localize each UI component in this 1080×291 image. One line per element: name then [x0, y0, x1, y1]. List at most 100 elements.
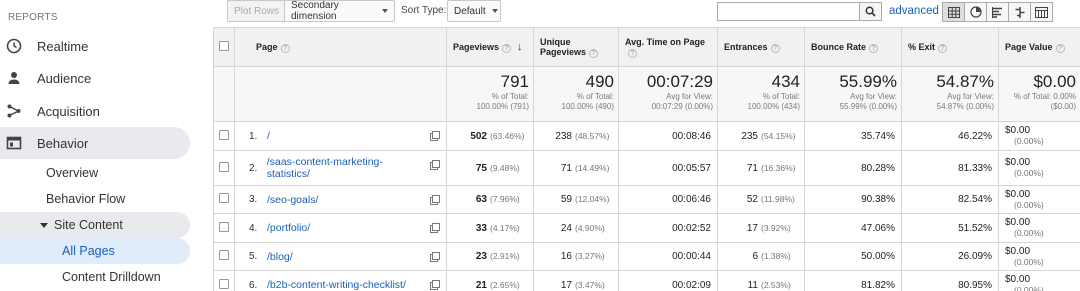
entrances-cell: 6 (1.38%) — [717, 242, 805, 271]
total-caption: 55.99% (0.00%) — [839, 102, 897, 111]
column-header-label: Unique Pageviews — [540, 36, 587, 57]
help-icon[interactable]: ? — [1055, 43, 1065, 53]
column-header-label: Page Value — [1005, 41, 1053, 52]
open-page-icon[interactable] — [430, 223, 440, 233]
cell-value: 46.22% — [958, 130, 992, 142]
column-header-exit[interactable]: % Exit? — [901, 27, 999, 67]
total-value: 00:07:29 — [646, 72, 713, 91]
percentage-view-button[interactable] — [964, 2, 987, 22]
row-select-cell — [213, 121, 235, 151]
sidebar-item-behavior[interactable]: Behavior — [0, 127, 190, 159]
column-header-avg-time[interactable]: Avg. Time on Page? — [618, 27, 718, 67]
cell-value: 33 — [475, 222, 487, 234]
search-button[interactable] — [860, 2, 882, 21]
help-icon[interactable]: ? — [869, 43, 879, 53]
search-input[interactable] — [717, 2, 860, 21]
page-link[interactable]: / — [267, 130, 270, 142]
table-row: 2./saas-content-marketing-statistics/75(… — [213, 150, 1080, 186]
advanced-filter-link[interactable]: advanced — [889, 5, 939, 17]
open-page-icon[interactable] — [430, 280, 440, 290]
exit-cell: 82.54% — [901, 185, 999, 214]
sidebar-item-label: Content Drilldown — [62, 270, 161, 284]
row-rank: 1. — [249, 130, 258, 142]
sidebar-item-behavior-flow[interactable]: Behavior Flow — [46, 186, 125, 212]
help-icon[interactable]: ? — [770, 43, 780, 53]
cell-value: 71 — [560, 162, 572, 174]
column-header-unique-pageviews[interactable]: Unique Pageviews? — [533, 27, 619, 67]
column-header-bounce-rate[interactable]: Bounce Rate? — [804, 27, 902, 67]
cell-value: 90.38% — [861, 194, 895, 205]
pageviews-cell: 63 (7.96%) — [446, 185, 534, 214]
help-icon[interactable]: ? — [280, 43, 290, 53]
cell-percent: (4.17%) — [490, 222, 520, 233]
row-checkbox[interactable] — [219, 193, 229, 203]
entrances-cell: 17 (3.92%) — [717, 213, 805, 243]
cell-value: 24 — [560, 222, 572, 234]
row-checkbox[interactable] — [219, 221, 229, 232]
sidebar-item-label: Behavior Flow — [46, 192, 126, 206]
sidebar-item-site-content[interactable]: Site Content — [0, 212, 190, 238]
bounce-rate-cell: 47.06% — [804, 213, 902, 243]
page-link[interactable]: /seo-goals/ — [267, 194, 318, 206]
bounce-rate-cell: 81.82% — [804, 270, 902, 291]
secondary-dimension-dropdown[interactable]: Secondary dimension — [284, 0, 395, 22]
open-page-icon[interactable] — [430, 195, 440, 205]
open-page-icon[interactable] — [430, 131, 440, 141]
pivot-view-button[interactable] — [1030, 2, 1053, 22]
cell-percent: (0.00%) — [1014, 228, 1044, 238]
column-header-pageviews[interactable]: Pageviews? ↓ — [446, 27, 534, 67]
help-icon[interactable]: ? — [502, 44, 512, 53]
data-table-view-button[interactable] — [942, 2, 965, 22]
comparison-view-button[interactable] — [1008, 2, 1031, 22]
cell-percent: (4.90%) — [575, 222, 605, 233]
table-row: 6. /b2b-content-writing-checklist/21 (2.65… — [213, 270, 1080, 291]
report-main: Plot Rows Secondary dimension Sort Type:… — [210, 0, 1080, 291]
help-icon[interactable]: ? — [589, 48, 599, 58]
cell-value: 00:00:44 — [672, 251, 711, 262]
column-header-page-value[interactable]: Page Value? — [998, 27, 1080, 67]
cell-value: 11 — [747, 279, 758, 291]
performance-view-button[interactable] — [986, 2, 1009, 22]
row-checkbox[interactable] — [219, 161, 229, 172]
total-exit: 54.87% Avg for View: 54.87% (0.00%) — [901, 66, 999, 122]
sidebar-item-audience[interactable]: Audience — [0, 62, 91, 94]
sidebar-item-realtime[interactable]: Realtime — [0, 30, 88, 62]
column-header-page[interactable]: Page? — [234, 27, 447, 67]
page-value-cell: $0.00(0.00%) — [998, 121, 1080, 151]
help-icon[interactable]: ? — [938, 43, 948, 53]
row-checkbox[interactable] — [219, 250, 229, 260]
cell-value: 00:05:57 — [672, 162, 711, 174]
page-link[interactable]: /saas-content-marketing-statistics/ — [267, 156, 424, 180]
total-caption: 54.87% (0.00%) — [936, 102, 994, 111]
sort-type-dropdown[interactable]: Default — [447, 0, 501, 22]
sidebar-item-acquisition[interactable]: Acquisition — [0, 95, 100, 127]
row-checkbox[interactable] — [219, 129, 229, 140]
plot-rows-button[interactable]: Plot Rows — [227, 0, 287, 22]
page-link[interactable]: /portfolio/ — [267, 222, 310, 234]
comparison-icon — [1015, 6, 1024, 18]
open-page-icon[interactable] — [430, 160, 440, 170]
page-cell: 5. /blog/ — [234, 242, 447, 271]
unique-pageviews-cell: 24 (4.90%) — [533, 213, 619, 243]
select-all-checkbox[interactable] — [219, 41, 229, 51]
page-link[interactable]: /blog/ — [267, 251, 293, 263]
sidebar-item-content-drilldown[interactable]: Content Drilldown — [62, 264, 161, 290]
sidebar-item-all-pages[interactable]: All Pages — [0, 238, 190, 264]
sidebar-item-overview[interactable]: Overview — [46, 160, 98, 186]
help-icon[interactable]: ? — [628, 48, 637, 58]
table-toolbar: Plot Rows Secondary dimension Sort Type:… — [210, 0, 1080, 26]
exit-cell: 26.09% — [901, 242, 999, 271]
total-value: 791 — [500, 72, 529, 91]
open-page-icon[interactable] — [430, 252, 440, 262]
avg-time-cell: 00:05:57 — [618, 150, 718, 186]
row-checkbox[interactable] — [219, 278, 229, 289]
cell-percent: (3.27%) — [575, 251, 605, 261]
page-value-cell: $0.00(0.00%) — [998, 185, 1080, 214]
page-link[interactable]: /b2b-content-writing-checklist/ — [267, 279, 406, 291]
cell-value: 6 — [752, 251, 758, 262]
pageviews-cell: 75 (9.48%) — [446, 150, 534, 186]
column-header-entrances[interactable]: Entrances? — [717, 27, 805, 67]
sidebar-item-label: Acquisition — [37, 103, 100, 119]
total-caption: % of Total: 0.00% — [1013, 92, 1076, 101]
cell-value: 00:02:52 — [672, 222, 711, 234]
